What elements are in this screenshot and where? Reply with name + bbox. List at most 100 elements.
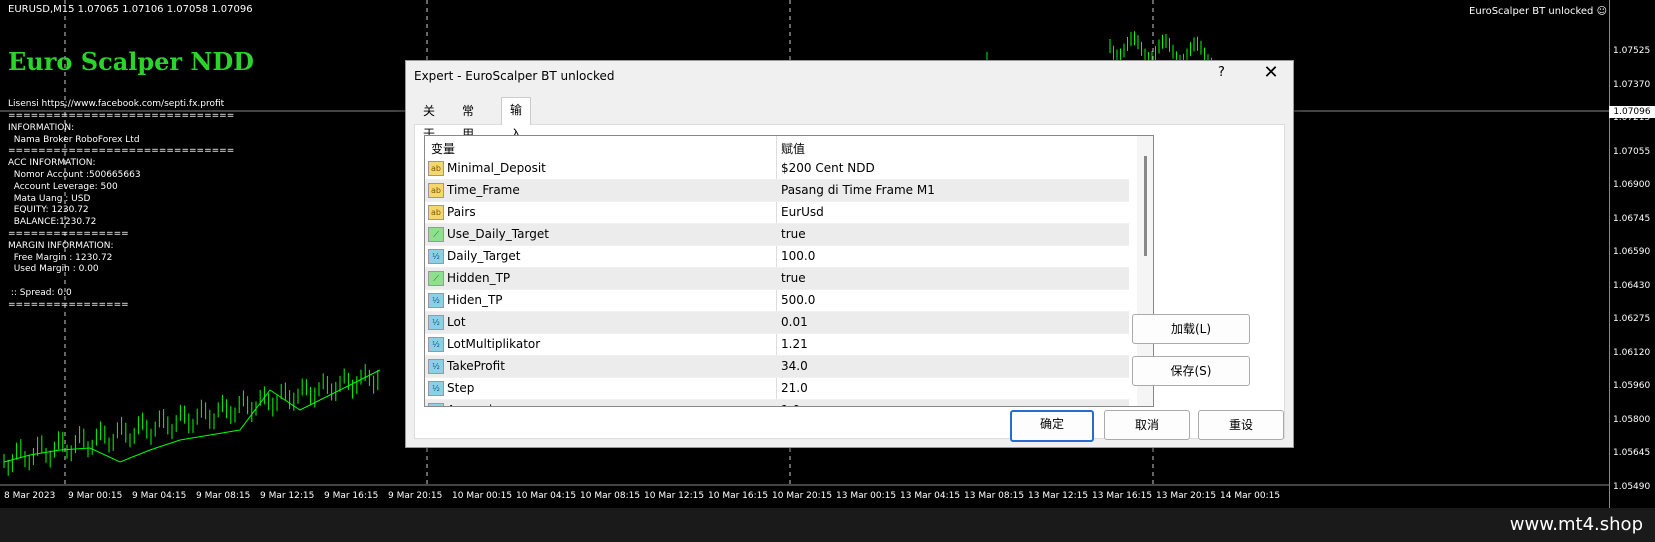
price-axis-label: 1.05960 <box>1613 381 1651 391</box>
param-value[interactable]: 100.0 <box>781 249 815 263</box>
string-type-icon: ab <box>428 205 444 220</box>
time-axis-label: 13 Mar 00:15 <box>836 491 897 501</box>
price-axis-label: 1.06430 <box>1613 280 1651 291</box>
current-price-tag: 1.07096 <box>1609 106 1655 118</box>
time-axis-label: 9 Mar 12:15 <box>260 491 315 501</box>
help-button[interactable]: ? <box>1218 65 1225 80</box>
chart-symbol-header: EURUSD,M15 1.07065 1.07106 1.07058 1.070… <box>8 4 253 15</box>
param-value[interactable]: 21.0 <box>781 381 808 395</box>
param-name: Averaging <box>447 403 507 406</box>
param-name: LotMultiplikator <box>447 337 541 351</box>
price-axis-label: 1.07370 <box>1613 79 1651 90</box>
time-axis-label: 13 Mar 20:15 <box>1156 491 1217 501</box>
time-axis-label: 13 Mar 12:15 <box>1028 491 1089 501</box>
ea-info-line: INFORMATION: <box>8 122 75 133</box>
ea-info-line: ============================== <box>8 110 235 121</box>
table-row[interactable]: ½ TakeProfit 34.0 <box>425 356 1129 378</box>
param-name: Hiden_TP <box>447 293 503 307</box>
tab-about[interactable]: 关于 <box>415 100 443 141</box>
expert-properties-dialog: Expert - EuroScalper BT unlocked ? ✕ 关于 … <box>405 60 1294 448</box>
time-axis-label: 9 Mar 00:15 <box>68 491 123 501</box>
table-row[interactable]: ab Time_Frame Pasang di Time Frame M1 <box>425 180 1129 202</box>
table-row[interactable]: ⟋ Hidden_TP true <box>425 268 1129 290</box>
ea-info-line: Free Margin : 1230.72 <box>8 252 113 263</box>
param-value[interactable]: true <box>781 271 806 285</box>
param-value[interactable]: EurUsd <box>781 205 824 219</box>
bool-type-icon: ⟋ <box>428 227 444 242</box>
cancel-button[interactable]: 取消 <box>1104 410 1190 440</box>
time-axis-label: 10 Mar 16:15 <box>708 491 769 501</box>
price-axis-label: 1.06900 <box>1613 180 1651 190</box>
ea-info-panel: Euro Scalper NDD Lisensi https://www.fac… <box>8 24 254 335</box>
tab-common[interactable]: 常用 <box>454 100 482 141</box>
price-axis-label: 1.07525 <box>1613 46 1651 56</box>
ok-button[interactable]: 确定 <box>1010 410 1094 442</box>
param-name: Use_Daily_Target <box>447 227 549 241</box>
table-header: 变量 赋值 <box>425 136 1129 158</box>
watermark: www.mt4.shop <box>1509 514 1643 535</box>
table-row[interactable]: ½ Daily_Target 100.0 <box>425 246 1129 268</box>
table-row[interactable]: ⟋ Use_Daily_Target true <box>425 224 1129 246</box>
number-type-icon: ½ <box>428 249 444 264</box>
save-button[interactable]: 保存(S) <box>1132 356 1250 386</box>
ea-info-line: ACC INFORMATION: <box>8 158 96 169</box>
ea-info-line: Nama Broker RoboForex Ltd <box>8 134 140 145</box>
price-axis-label: 1.06590 <box>1613 247 1651 257</box>
ea-info-line: MARGIN INFORMATION: <box>8 240 114 251</box>
time-axis-label: 10 Mar 20:15 <box>772 491 833 501</box>
scrollbar-thumb[interactable] <box>1144 156 1147 256</box>
param-value[interactable]: 1.21 <box>781 337 808 351</box>
ea-info-line: ================ <box>8 228 129 239</box>
param-value[interactable]: 34.0 <box>781 359 808 373</box>
time-axis-label: 10 Mar 08:15 <box>580 491 641 501</box>
param-value[interactable]: true <box>781 227 806 241</box>
time-axis-label: 9 Mar 16:15 <box>324 491 379 501</box>
ea-info-lines: Lisensi https://www.facebook.com/septi.f… <box>8 99 254 311</box>
table-row[interactable]: ½ Lot 0.01 <box>425 312 1129 334</box>
time-axis-label: 14 Mar 00:15 <box>1220 491 1281 501</box>
table-row[interactable]: ½Averaging 1.0 <box>425 400 1129 406</box>
time-axis-label: 9 Mar 04:15 <box>132 491 187 501</box>
ea-info-line: Nomor Account :500665663 <box>8 169 141 180</box>
tab-inputs[interactable]: 输入参数 <box>501 97 532 189</box>
table-row[interactable]: ab Minimal_Deposit $200 Cent NDD <box>425 158 1129 180</box>
dialog-title: Expert - EuroScalper BT unlocked <box>414 69 615 83</box>
param-value[interactable]: 500.0 <box>781 293 815 307</box>
time-axis-label: 10 Mar 12:15 <box>644 491 705 501</box>
param-value[interactable]: 1.0 <box>781 403 800 406</box>
number-type-icon: ½ <box>428 403 444 406</box>
price-axis-label: 1.05800 <box>1613 414 1651 425</box>
table-row[interactable]: ½ Hiden_TP 500.0 <box>425 290 1129 312</box>
string-type-icon: ab <box>428 183 444 198</box>
price-axis-label: 1.05645 <box>1613 448 1651 458</box>
number-type-icon: ½ <box>428 359 444 374</box>
price-axis-label: 1.06745 <box>1613 213 1651 224</box>
ea-info-line: Used Margin : 0.00 <box>8 264 99 275</box>
ea-info-line: EQUITY: 1230.72 <box>8 205 89 216</box>
table-row[interactable]: ½ Step 21.0 <box>425 378 1129 400</box>
ea-status-label: EuroScalper BT unlocked ☺ <box>1469 6 1607 17</box>
column-value[interactable]: 赋值 <box>781 140 805 157</box>
price-axis-label: 1.07055 <box>1613 146 1651 157</box>
input-params-table[interactable]: 变量 赋值 ab Minimal_Deposit $200 Cent NDD ab Ti… <box>424 135 1154 407</box>
ea-info-line: BALANCE:1230.72 <box>8 217 97 228</box>
ea-info-line: Account Leverage: 500 <box>8 181 118 192</box>
time-axis-label: 9 Mar 20:15 <box>388 491 443 501</box>
number-type-icon: ½ <box>428 337 444 352</box>
param-value[interactable]: 0.01 <box>781 315 808 329</box>
table-row[interactable]: ½ LotMultiplikator 1.21 <box>425 334 1129 356</box>
ea-title: Euro Scalper NDD <box>8 46 254 76</box>
ea-info-line: ============================== <box>8 146 235 157</box>
param-name: TakeProfit <box>447 359 505 373</box>
time-axis-label: 8 Mar 2023 <box>4 491 56 501</box>
param-value[interactable]: $200 Cent NDD <box>781 161 875 175</box>
time-axis-label: 10 Mar 04:15 <box>516 491 577 501</box>
column-variable[interactable]: 变量 <box>431 140 455 157</box>
close-button[interactable]: ✕ <box>1259 62 1283 83</box>
load-button[interactable]: 加载(L) <box>1132 314 1250 344</box>
table-row[interactable]: ab Pairs EurUsd <box>425 202 1129 224</box>
number-type-icon: ½ <box>428 381 444 396</box>
reset-button[interactable]: 重设 <box>1198 410 1284 440</box>
ea-info-line: ================ <box>8 299 129 310</box>
param-value[interactable]: Pasang di Time Frame M1 <box>781 183 935 197</box>
